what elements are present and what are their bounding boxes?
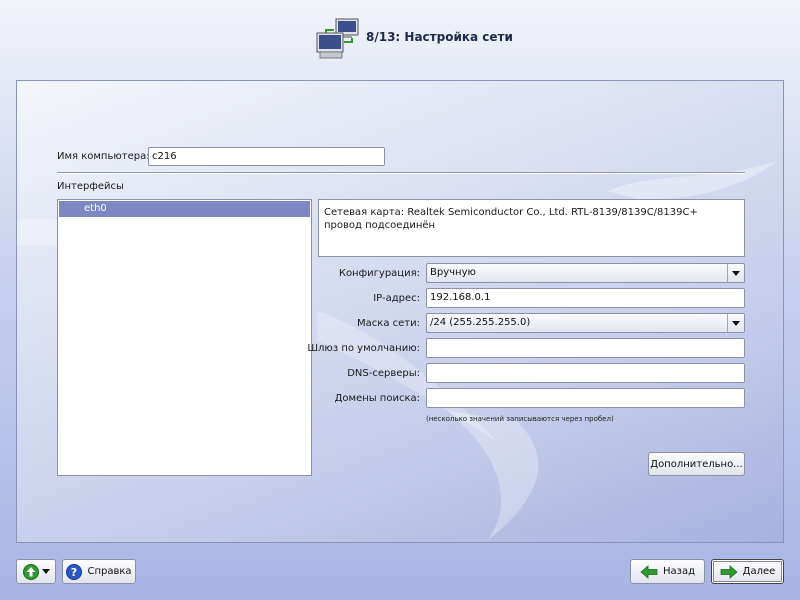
arrow-right-icon (720, 564, 738, 579)
interfaces-list[interactable]: eth0 (57, 199, 312, 476)
link-status: провод подсоединён (324, 220, 436, 231)
help-button-label: Справка (87, 566, 132, 577)
page-title: 8/13: Настройка сети (366, 30, 513, 44)
netmask-select[interactable]: /24 (255.255.255.0) (426, 313, 745, 333)
hostname-input[interactable]: c216 (148, 147, 385, 166)
search-domains-input[interactable] (426, 388, 745, 408)
header: 8/13: Настройка сети (0, 0, 800, 80)
list-item[interactable]: eth0 (59, 201, 310, 217)
dns-input[interactable] (426, 363, 745, 383)
chevron-down-icon (41, 568, 50, 574)
help-button[interactable]: ? Справка (62, 559, 136, 584)
interface-info-box: Сетевая карта: Realtek Semiconductor Co.… (318, 199, 745, 257)
next-button[interactable]: Далее (711, 559, 784, 584)
arrow-up-icon (22, 563, 39, 580)
netmask-label: Маска сети: (357, 318, 420, 329)
search-domains-label: Домены поиска: (334, 393, 420, 404)
advanced-button[interactable]: Дополнительно... (648, 452, 745, 476)
config-label: Конфигурация: (338, 268, 420, 279)
separator (57, 172, 745, 174)
next-button-label: Далее (742, 566, 776, 577)
ip-input[interactable]: 192.168.0.1 (426, 288, 745, 308)
gateway-label: Шлюз по умолчанию: (307, 343, 420, 354)
interfaces-label: Интерфейсы (57, 181, 124, 192)
chevron-down-icon (727, 314, 744, 332)
chevron-down-icon (727, 264, 744, 282)
arrow-left-icon (640, 564, 658, 579)
config-select-value: Вручную (430, 267, 476, 278)
back-button[interactable]: Назад (630, 559, 705, 584)
hint-text: (несколько значений записываются через п… (426, 415, 614, 423)
dns-label: DNS-серверы: (347, 368, 420, 379)
hostname-label: Имя компьютера: (57, 151, 150, 162)
gateway-input[interactable] (426, 338, 745, 358)
config-select[interactable]: Вручную (426, 263, 745, 283)
netmask-select-value: /24 (255.255.255.0) (430, 317, 531, 328)
network-config-panel: Имя компьютера: c216 Интерфейсы eth0 Сет… (16, 80, 784, 543)
help-icon: ? (66, 563, 83, 580)
release-notes-button[interactable] (16, 559, 56, 584)
back-button-label: Назад (662, 566, 695, 577)
network-computers-icon (316, 18, 359, 59)
nic-description: Сетевая карта: Realtek Semiconductor Co.… (324, 207, 698, 218)
svg-text:?: ? (71, 566, 77, 579)
ip-label: IP-адрес: (373, 293, 420, 304)
